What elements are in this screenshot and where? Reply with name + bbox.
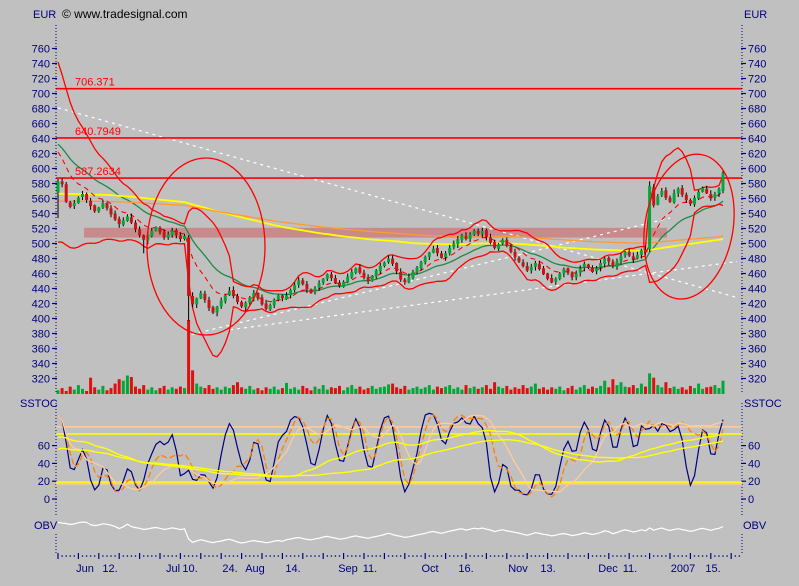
- svg-text:380: 380: [32, 329, 50, 341]
- svg-text:16.: 16.: [458, 563, 473, 575]
- svg-text:540: 540: [748, 209, 766, 221]
- svg-text:600: 600: [32, 164, 50, 176]
- trendlines: [57, 107, 738, 335]
- svg-text:Jun: Jun: [76, 563, 94, 575]
- svg-text:540: 540: [32, 209, 50, 221]
- svg-text:420: 420: [32, 299, 50, 311]
- svg-text:460: 460: [748, 269, 766, 281]
- svg-text:10.: 10.: [182, 563, 197, 575]
- svg-text:20: 20: [748, 476, 760, 488]
- svg-text:620: 620: [32, 149, 50, 161]
- svg-text:760: 760: [32, 44, 50, 56]
- svg-text:24.: 24.: [222, 563, 237, 575]
- yellow-ma: [57, 192, 724, 252]
- svg-text:720: 720: [748, 74, 766, 86]
- svg-text:680: 680: [32, 104, 50, 116]
- svg-text:740: 740: [32, 59, 50, 71]
- price-volume-chart: 706.371 640.7949 587.2634 320 320 340 340 360 36…: [32, 25, 766, 575]
- svg-text:320: 320: [748, 374, 766, 386]
- candles-layer: [56, 170, 725, 321]
- annotation-ellipses: [146, 153, 735, 336]
- sstoc-panel: 0 0 20 20 40 40 60 60: [38, 403, 760, 516]
- svg-text:11.: 11.: [363, 563, 377, 575]
- svg-text:320: 320: [32, 374, 50, 386]
- svg-text:700: 700: [748, 89, 766, 101]
- svg-text:0: 0: [748, 494, 754, 506]
- svg-text:640: 640: [32, 134, 50, 146]
- svg-text:Jul: Jul: [166, 563, 180, 575]
- svg-text:706.371: 706.371: [75, 77, 115, 89]
- svg-text:620: 620: [748, 149, 766, 161]
- svg-text:Aug: Aug: [245, 563, 265, 575]
- svg-text:15.: 15.: [705, 563, 720, 575]
- svg-text:640.7949: 640.7949: [75, 126, 121, 138]
- bollinger-bands: [57, 61, 724, 358]
- svg-text:420: 420: [748, 299, 766, 311]
- svg-text:40: 40: [38, 458, 50, 470]
- svg-text:400: 400: [748, 314, 766, 326]
- price-levels: 706.371 640.7949 587.2634: [56, 77, 742, 179]
- svg-text:660: 660: [32, 119, 50, 131]
- svg-text:680: 680: [748, 104, 766, 116]
- svg-text:440: 440: [32, 284, 50, 296]
- date-axis: Jun 12. Jul 10. 24. Aug 14. Sep 11. Oct 16. Nov 13. D…: [57, 553, 741, 575]
- svg-text:13.: 13.: [540, 563, 555, 575]
- svg-text:760: 760: [748, 44, 766, 56]
- svg-text:640: 640: [748, 134, 766, 146]
- svg-text:720: 720: [32, 74, 50, 86]
- svg-text:460: 460: [32, 269, 50, 281]
- svg-text:14.: 14.: [285, 563, 300, 575]
- trading-chart-window: EUR © www.tradesignal.com EUR SSTOC SSTO…: [0, 0, 799, 586]
- svg-text:520: 520: [748, 224, 766, 236]
- svg-text:500: 500: [32, 239, 50, 251]
- svg-text:11.: 11.: [623, 563, 637, 575]
- svg-text:Nov: Nov: [508, 563, 528, 575]
- svg-text:340: 340: [748, 359, 766, 371]
- svg-text:480: 480: [748, 254, 766, 266]
- svg-text:Oct: Oct: [421, 563, 438, 575]
- volume-bars: [56, 320, 725, 394]
- svg-text:380: 380: [748, 329, 766, 341]
- chart-plot-area: 706.371 640.7949 587.2634 320 320 340 340 360 36…: [0, 0, 799, 586]
- svg-text:400: 400: [32, 314, 50, 326]
- svg-text:480: 480: [32, 254, 50, 266]
- svg-text:60: 60: [38, 441, 50, 453]
- svg-text:12.: 12.: [102, 563, 117, 575]
- svg-text:360: 360: [32, 344, 50, 356]
- svg-text:440: 440: [748, 284, 766, 296]
- svg-text:560: 560: [748, 194, 766, 206]
- svg-text:20: 20: [38, 476, 50, 488]
- stoch-trend-yellow-1: [57, 429, 724, 478]
- svg-text:2007: 2007: [671, 563, 695, 575]
- svg-text:560: 560: [32, 194, 50, 206]
- svg-text:587.2634: 587.2634: [75, 166, 121, 178]
- svg-text:Dec: Dec: [598, 563, 618, 575]
- svg-text:600: 600: [748, 164, 766, 176]
- svg-text:580: 580: [32, 179, 50, 191]
- svg-text:60: 60: [748, 441, 760, 453]
- obv-panel: [55, 521, 743, 555]
- svg-text:660: 660: [748, 119, 766, 131]
- svg-text:40: 40: [748, 458, 760, 470]
- svg-text:340: 340: [32, 359, 50, 371]
- svg-text:740: 740: [748, 59, 766, 71]
- svg-text:520: 520: [32, 224, 50, 236]
- svg-text:580: 580: [748, 179, 766, 191]
- svg-text:360: 360: [748, 344, 766, 356]
- svg-text:Sep: Sep: [338, 563, 358, 575]
- svg-text:500: 500: [748, 239, 766, 251]
- svg-text:0: 0: [44, 494, 50, 506]
- svg-text:700: 700: [32, 89, 50, 101]
